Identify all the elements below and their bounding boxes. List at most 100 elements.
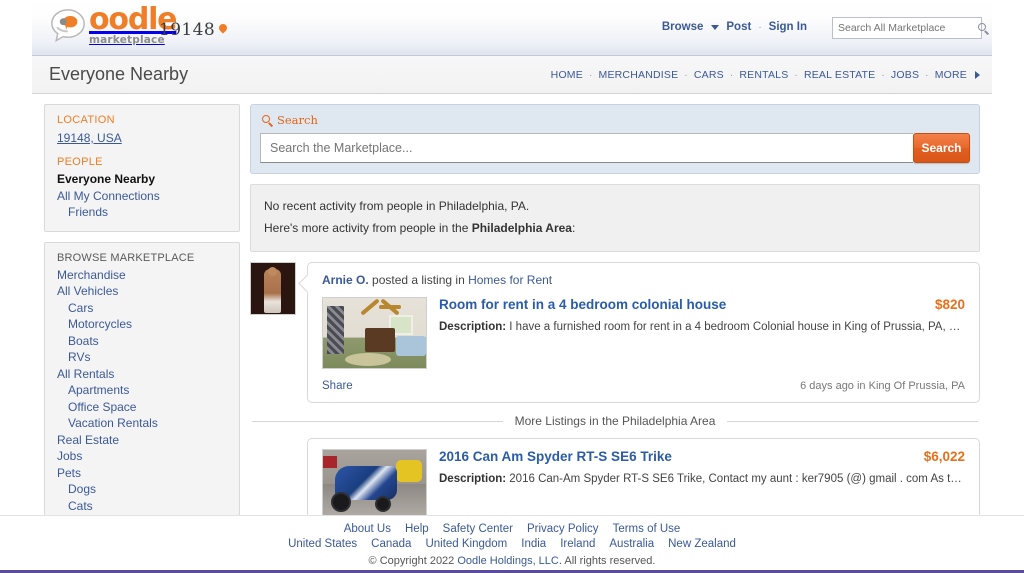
footer-link-canada[interactable]: Canada xyxy=(371,537,411,552)
caret-right-icon[interactable] xyxy=(975,71,980,79)
footer-link-united-states[interactable]: United States xyxy=(288,537,357,552)
main-content: Search Search No recent activity from pe… xyxy=(250,104,980,573)
sidebar-item-dogs[interactable]: Dogs xyxy=(57,481,227,498)
photo-curtain xyxy=(327,306,344,354)
footer-copyright: © Copyright 2022 Oodle Holdings, LLC. Al… xyxy=(0,555,1024,567)
sidebar-item-apartments[interactable]: Apartments xyxy=(57,382,227,399)
footer-link-united-kingdom[interactable]: United Kingdom xyxy=(425,537,507,552)
footer-link-oodle-holdings[interactable]: Oodle Holdings, LLC xyxy=(457,555,559,567)
chevron-down-icon[interactable] xyxy=(711,25,719,30)
sidebar-item-pets[interactable]: Pets xyxy=(57,465,227,482)
marketplace-search-panel: Search Search xyxy=(250,104,980,174)
listing-price: $820 xyxy=(935,297,965,312)
listing-description-text: 2016 Can-Am Spyder RT-S SE6 Trike, Conta… xyxy=(506,473,965,485)
global-search[interactable] xyxy=(832,17,982,39)
nav-browse[interactable]: Browse xyxy=(662,21,704,33)
oodle-speech-bubble-icon xyxy=(49,7,87,45)
activity-card: Arnie O. posted a listing in Homes for R… xyxy=(307,262,980,403)
footer-link-new-zealand[interactable]: New Zealand xyxy=(668,537,736,552)
nav-post[interactable]: Post xyxy=(726,21,751,33)
notice-area: Philadelphia Area xyxy=(472,221,572,235)
sidebar-item-everyone-nearby[interactable]: Everyone Nearby xyxy=(57,171,227,188)
avatar-head xyxy=(268,267,277,276)
can-am-spyder-photo[interactable] xyxy=(322,449,427,521)
share-button[interactable]: Share xyxy=(322,380,353,392)
more-listings-divider-text: More Listings in the Philadelphia Area xyxy=(515,414,716,428)
sidebar-item-motorcycles[interactable]: Motorcycles xyxy=(57,316,227,333)
sidebar-item-cars[interactable]: Cars xyxy=(57,300,227,317)
catnav-sep: · xyxy=(925,70,929,81)
sidebar-location-value[interactable]: 19148, USA xyxy=(57,131,122,145)
sidebar-item-all-vehicles[interactable]: All Vehicles xyxy=(57,283,227,300)
sidebar-item-office-space[interactable]: Office Space xyxy=(57,399,227,416)
activity-item: Arnie O. posted a listing in Homes for R… xyxy=(250,262,980,403)
category-nav: HOME · MERCHANDISE · CARS · RENTALS · RE… xyxy=(551,69,980,81)
activity-category-link[interactable]: Homes for Rent xyxy=(468,273,552,287)
page-body: LOCATION 19148, USA PEOPLE Everyone Near… xyxy=(32,94,992,573)
marketplace-search-input[interactable] xyxy=(260,133,913,163)
catnav-cars[interactable]: CARS xyxy=(694,69,724,81)
notice-prefix: Here's more activity from people in the xyxy=(264,221,472,235)
copyright-prefix: © Copyright 2022 xyxy=(369,555,458,567)
sidebar-item-friends[interactable]: Friends xyxy=(57,204,227,221)
sidebar-item-cats[interactable]: Cats xyxy=(57,498,227,515)
sidebar-item-vacation-rentals[interactable]: Vacation Rentals xyxy=(57,415,227,432)
ceiling-fan-shape xyxy=(367,301,401,313)
sidebar-item-real-estate[interactable]: Real Estate xyxy=(57,432,227,449)
catnav-merchandise[interactable]: MERCHANDISE xyxy=(599,69,679,81)
sidebar-item-all-my-connections[interactable]: All My Connections xyxy=(57,188,227,205)
listing-row: 2016 Can Am Spyder RT-S SE6 Trike $6,022… xyxy=(322,449,965,521)
activity-author-link[interactable]: Arnie O. xyxy=(322,273,369,287)
catnav-home[interactable]: HOME xyxy=(551,69,583,81)
sidebar-item-all-rentals[interactable]: All Rentals xyxy=(57,366,227,383)
oodle-marketplace-page: oodle marketplace 19148 Browse Post · Si… xyxy=(0,0,1024,573)
footer-link-australia[interactable]: Australia xyxy=(609,537,654,552)
footer-link-terms-of-use[interactable]: Terms of Use xyxy=(613,522,681,537)
listing-description-text: I have a furnished room for rent in a 4 … xyxy=(506,321,965,333)
footer-link-privacy-policy[interactable]: Privacy Policy xyxy=(527,522,599,537)
listing-meta: 6 days ago in King Of Prussia, PA xyxy=(800,380,965,392)
global-search-input[interactable] xyxy=(833,22,978,34)
header-location[interactable]: 19148 xyxy=(159,20,227,40)
section-header: Everyone Nearby HOME · MERCHANDISE · CAR… xyxy=(32,56,992,94)
sidebar-item-rvs[interactable]: RVs xyxy=(57,349,227,366)
photo-red-object xyxy=(323,456,337,468)
activity-card-header: Arnie O. posted a listing in Homes for R… xyxy=(322,273,965,287)
photo-bed xyxy=(396,336,426,356)
footer-link-about-us[interactable]: About Us xyxy=(344,522,391,537)
nav-sign-in[interactable]: Sign In xyxy=(769,21,807,33)
photo-rug xyxy=(345,353,391,366)
catnav-sep: · xyxy=(881,70,885,81)
listing-description-label: Description: xyxy=(439,321,506,333)
page-frame: oodle marketplace 19148 Browse Post · Si… xyxy=(32,0,992,573)
listing-title-link[interactable]: Room for rent in a 4 bedroom colonial ho… xyxy=(439,297,925,312)
notice-suffix: : xyxy=(572,221,575,235)
sidebar-item-boats[interactable]: Boats xyxy=(57,333,227,350)
notice-line-1: No recent activity from people in Philad… xyxy=(264,195,966,217)
page-title: Everyone Nearby xyxy=(49,64,188,85)
photo-dresser xyxy=(365,328,395,352)
catnav-jobs[interactable]: JOBS xyxy=(891,69,919,81)
photo-yellow-vehicle xyxy=(396,460,422,482)
listing-title-link[interactable]: 2016 Can Am Spyder RT-S SE6 Trike xyxy=(439,449,914,464)
activity-notice: No recent activity from people in Philad… xyxy=(250,184,980,252)
site-logo[interactable]: oodle marketplace xyxy=(49,7,176,46)
global-search-button[interactable] xyxy=(978,23,989,34)
catnav-more[interactable]: MORE xyxy=(935,69,967,81)
search-submit-button[interactable]: Search xyxy=(913,133,970,163)
sidebar-item-merchandise[interactable]: Merchandise xyxy=(57,267,227,284)
bedroom-photo[interactable] xyxy=(322,297,427,369)
search-icon xyxy=(978,23,989,34)
footer-link-ireland[interactable]: Ireland xyxy=(560,537,595,552)
footer-link-india[interactable]: India xyxy=(521,537,546,552)
catnav-real-estate[interactable]: REAL ESTATE xyxy=(804,69,875,81)
footer-link-help[interactable]: Help xyxy=(405,522,429,537)
sidebar-item-jobs[interactable]: Jobs xyxy=(57,448,227,465)
catnav-rentals[interactable]: RENTALS xyxy=(739,69,788,81)
listing-details: Room for rent in a 4 bedroom colonial ho… xyxy=(439,297,965,369)
footer-link-safety-center[interactable]: Safety Center xyxy=(443,522,513,537)
more-listings-divider: More Listings in the Philadelphia Area xyxy=(252,414,978,428)
avatar[interactable] xyxy=(250,262,296,315)
site-footer: About Us Help Safety Center Privacy Poli… xyxy=(0,515,1024,573)
search-row: Search xyxy=(260,133,970,163)
